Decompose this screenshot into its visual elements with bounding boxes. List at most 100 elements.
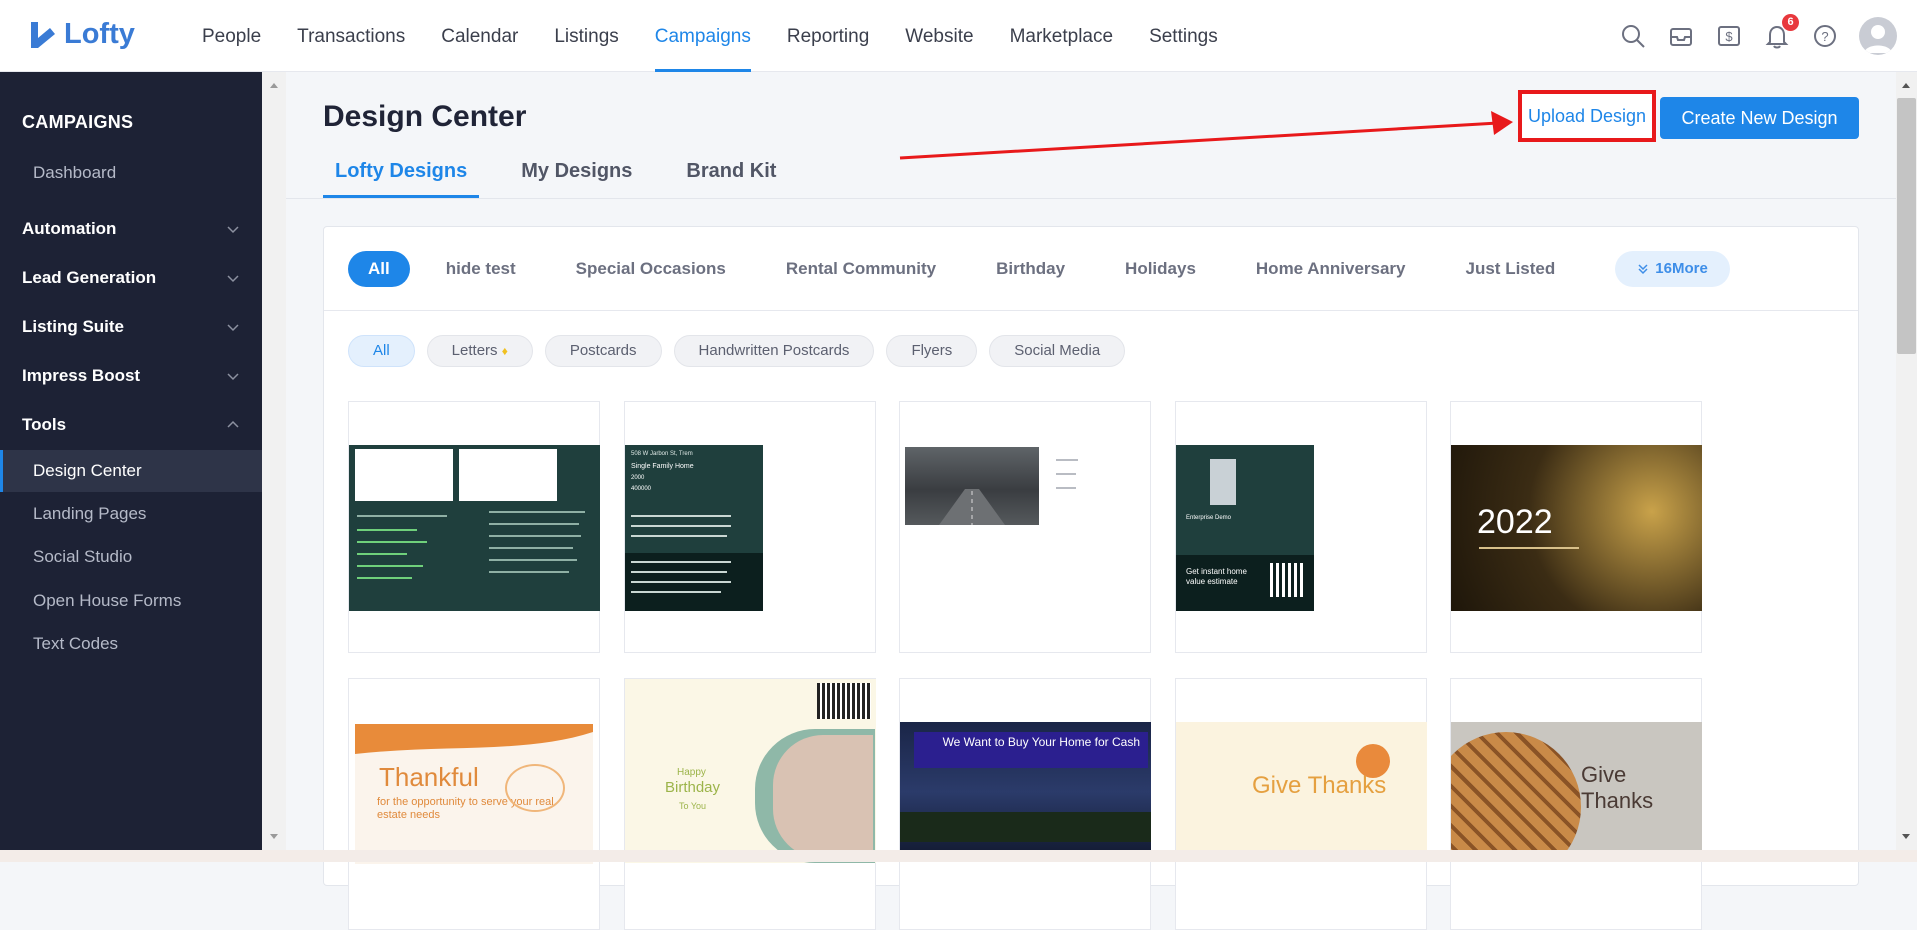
sidebar-group-automation[interactable]: Automation	[0, 208, 262, 250]
page-scrollbar-thumb[interactable]	[1897, 98, 1916, 354]
nav-listings[interactable]: Listings	[554, 0, 618, 72]
sidebar-item-landing-pages[interactable]: Landing Pages	[0, 493, 262, 535]
design-thumbnail: Give Thanks	[1176, 722, 1427, 862]
card-sub: To You	[679, 801, 707, 811]
lofty-logo-icon	[31, 21, 55, 48]
sidebar-group-impress-boost[interactable]: Impress Boost	[0, 355, 262, 397]
category-all[interactable]: All	[348, 251, 410, 287]
category-home-anniversary[interactable]: Home Anniversary	[1256, 259, 1406, 279]
sidebar-item-dashboard[interactable]: Dashboard	[0, 152, 262, 194]
top-icons: $ 6 ?	[1619, 0, 1897, 72]
design-card[interactable]: 2022	[1450, 401, 1702, 653]
tab-lofty-designs[interactable]: Lofty Designs	[323, 156, 480, 198]
nav-transactions[interactable]: Transactions	[297, 0, 405, 72]
sidebar-group-lead-generation[interactable]: Lead Generation	[0, 257, 262, 299]
designs-panel: All hide test Special Occasions Rental C…	[323, 226, 1859, 930]
format-letters[interactable]: Letters ♦	[426, 335, 533, 367]
card-agent: Enterprise Demo	[1186, 515, 1232, 521]
bottom-strip	[0, 850, 1917, 862]
search-icon[interactable]	[1619, 22, 1647, 50]
nav-campaigns[interactable]: Campaigns	[654, 0, 751, 72]
design-thumbnail: We Want to Buy Your Home for Cash	[900, 722, 1151, 862]
design-thumbnail: Thankful for the opportunity to serve yo…	[355, 724, 593, 864]
nav-people[interactable]: People	[202, 0, 261, 72]
sidebar-item-open-house-forms[interactable]: Open House Forms	[0, 580, 262, 622]
category-rental-community[interactable]: Rental Community	[786, 259, 936, 279]
nav-calendar[interactable]: Calendar	[441, 0, 518, 72]
design-thumbnail: Happy Birthday To You	[625, 679, 876, 863]
chevron-down-icon	[227, 373, 239, 381]
design-card[interactable]: We Want to Buy Your Home for Cash	[899, 678, 1151, 930]
card-headline: Thankful	[379, 762, 479, 792]
tab-my-designs[interactable]: My Designs	[509, 156, 644, 198]
sidebar-group-label: Automation	[22, 219, 117, 238]
lofty-logo[interactable]: Lofty	[28, 18, 135, 51]
sidebar-item-social-studio[interactable]: Social Studio	[0, 536, 262, 578]
nav-settings[interactable]: Settings	[1149, 0, 1218, 72]
category-filter: All hide test Special Occasions Rental C…	[348, 251, 1730, 287]
tab-brand-kit[interactable]: Brand Kit	[674, 156, 788, 198]
card-line: 2000	[631, 475, 645, 481]
sidebar-group-label: Listing Suite	[22, 317, 124, 336]
category-birthday[interactable]: Birthday	[996, 259, 1065, 279]
category-just-listed[interactable]: Just Listed	[1466, 259, 1556, 279]
top-bar: Lofty People Transactions Calendar Listi…	[0, 0, 1917, 72]
crown-icon: ♦	[501, 344, 508, 358]
sidebar-group-label: Lead Generation	[22, 268, 157, 287]
page-title: Design Center	[323, 100, 527, 133]
design-thumbnail: 2022	[1451, 445, 1702, 611]
design-card[interactable]	[899, 401, 1151, 653]
design-card[interactable]: 508 W Jarbon St, Trem Single Family Home…	[624, 401, 876, 653]
design-card[interactable]: Happy Birthday To You	[624, 678, 876, 930]
help-icon[interactable]: ?	[1811, 22, 1839, 50]
format-handwritten-postcards[interactable]: Handwritten Postcards	[673, 335, 875, 367]
card-headline: Give Thanks	[1581, 762, 1654, 813]
card-subtitle: Single Family Home	[631, 463, 694, 470]
category-special-occasions[interactable]: Special Occasions	[576, 259, 726, 279]
card-line: 400000	[631, 486, 652, 492]
format-all[interactable]: All	[348, 335, 415, 367]
main-content: Design Center Upload Design Create New D…	[286, 72, 1896, 930]
sidebar-item-design-center[interactable]: Design Center	[0, 450, 262, 492]
design-card[interactable]	[348, 401, 600, 653]
format-flyers[interactable]: Flyers	[886, 335, 978, 367]
inbox-icon[interactable]	[1667, 22, 1695, 50]
app-name: Lofty	[64, 18, 135, 50]
chevron-down-icon	[227, 324, 239, 332]
design-card[interactable]: Give Thanks	[1450, 678, 1702, 930]
content-left-scrollbar[interactable]	[262, 72, 286, 850]
format-postcards[interactable]: Postcards	[544, 335, 662, 367]
dollar-icon[interactable]: $	[1715, 22, 1743, 50]
bell-icon[interactable]: 6	[1763, 14, 1799, 50]
category-holidays[interactable]: Holidays	[1125, 259, 1196, 279]
category-hide-test[interactable]: hide test	[446, 259, 516, 279]
card-year: 2022	[1477, 503, 1553, 541]
avatar[interactable]	[1859, 17, 1897, 55]
panel-divider	[324, 310, 1858, 311]
nav-marketplace[interactable]: Marketplace	[1010, 0, 1114, 72]
nav-reporting[interactable]: Reporting	[787, 0, 869, 72]
sidebar-item-text-codes[interactable]: Text Codes	[0, 623, 262, 665]
card-address: 508 W Jarbon St, Trem	[631, 451, 693, 457]
nav-website[interactable]: Website	[905, 0, 973, 72]
upload-design-button[interactable]: Upload Design	[1518, 90, 1656, 142]
design-card[interactable]: Enterprise Demo Get instant home value e…	[1175, 401, 1427, 653]
format-social-media[interactable]: Social Media	[989, 335, 1126, 367]
more-categories-label: 16More	[1655, 260, 1708, 277]
design-thumbnail: 508 W Jarbon St, Trem Single Family Home…	[625, 445, 763, 611]
card-cta: Get instant home value estimate	[1186, 567, 1247, 586]
design-thumbnail: Give Thanks	[1451, 722, 1702, 862]
chevron-down-icon	[227, 275, 239, 283]
sidebar-title: CAMPAIGNS	[22, 112, 134, 132]
design-tabs: Lofty Designs My Designs Brand Kit	[323, 156, 788, 198]
sidebar-group-listing-suite[interactable]: Listing Suite	[0, 306, 262, 348]
format-letters-label: Letters	[451, 342, 498, 359]
more-categories-button[interactable]: 16More	[1615, 251, 1730, 287]
design-card[interactable]: Thankful for the opportunity to serve yo…	[348, 678, 600, 930]
create-new-design-button[interactable]: Create New Design	[1660, 97, 1859, 139]
design-card[interactable]: Give Thanks	[1175, 678, 1427, 930]
card-headline: Give Thanks	[1252, 772, 1387, 799]
sidebar: CAMPAIGNS Dashboard Automation Lead Gene…	[0, 72, 262, 862]
sidebar-group-tools[interactable]: Tools	[0, 404, 262, 446]
design-thumbnail	[905, 447, 1039, 525]
